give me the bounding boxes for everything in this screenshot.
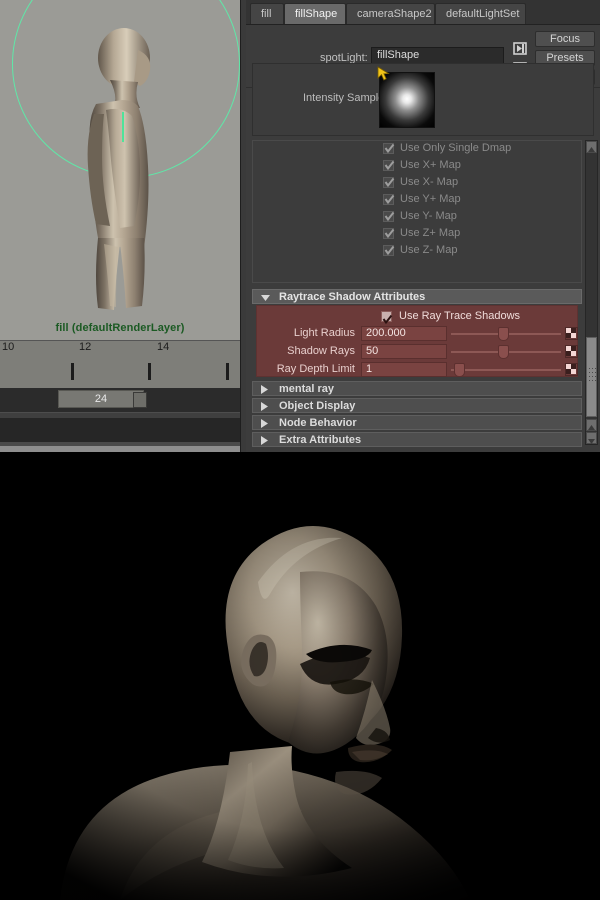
dmap-checkbox [383, 211, 395, 222]
intensity-sample-box: Intensity Sample [252, 63, 594, 136]
dmap-checkbox [383, 245, 395, 256]
dmap-checkbox-row: Use Y- Map [253, 209, 581, 226]
section-mental-ray[interactable]: mental ray [252, 381, 582, 396]
dmap-checkbox-label: Use Y+ Map [400, 193, 461, 205]
tab-fillShape[interactable]: fillShape [284, 3, 346, 24]
dmap-checkbox-label: Use X- Map [400, 176, 459, 188]
dmap-checkbox [383, 160, 395, 171]
attribute-slider-thumb[interactable] [497, 327, 509, 341]
dmap-checkbox-row: Use Y+ Map [253, 192, 581, 209]
attribute-editor: fill fillShape cameraShape2 defaultLight… [246, 0, 600, 452]
tab-bar: fill fillShape cameraShape2 defaultLight… [246, 0, 600, 25]
tab-fill[interactable]: fill [250, 3, 284, 24]
section-node-behavior[interactable]: Node Behavior [252, 415, 582, 430]
dmap-checkbox [383, 143, 395, 154]
dmap-checkbox [383, 194, 395, 205]
timeline[interactable]: 10 12 14 [0, 340, 240, 389]
attribute-value-field[interactable]: 200.000 [361, 326, 447, 341]
render-layer-label: fill (defaultRenderLayer) [55, 322, 185, 334]
current-frame-field[interactable]: 24 [58, 390, 144, 408]
maya-window: fill (defaultRenderLayer) 10 12 14 24 fi… [0, 0, 600, 900]
raytrace-section-title: Raytrace Shadow Attributes [279, 291, 426, 303]
timeline-numbers: 10 12 14 [0, 341, 240, 357]
tab-defaultLightSet[interactable]: defaultLightSet [435, 3, 526, 24]
character-model [87, 28, 151, 310]
section-label: Object Display [279, 400, 356, 412]
node-name-field[interactable]: fillShape [371, 47, 504, 64]
attribute-slider-thumb[interactable] [454, 363, 466, 377]
map-button-icon[interactable] [565, 327, 578, 340]
ui-area: fill (defaultRenderLayer) 10 12 14 24 fi… [0, 0, 600, 452]
collapsed-triangle-icon [261, 419, 268, 428]
use-ray-trace-shadows-label: Use Ray Trace Shadows [399, 310, 521, 322]
use-ray-trace-shadows-checkbox[interactable] [381, 311, 393, 325]
scrollbar-thumb[interactable] [586, 337, 597, 417]
attribute-slider-thumb[interactable] [497, 345, 509, 359]
range-handle[interactable] [133, 392, 147, 408]
scroll-up-icon[interactable] [586, 141, 597, 153]
raytrace-attribute-row: Light Radius 200.000 [257, 326, 578, 343]
collapsed-triangle-icon [261, 402, 268, 411]
collapsed-triangle-icon [261, 436, 268, 445]
expanded-triangle-icon [261, 295, 270, 301]
timeline-tick-label: 14 [157, 341, 170, 353]
viewport-panel[interactable]: fill (defaultRenderLayer) [0, 0, 240, 340]
raytrace-section-header[interactable]: Raytrace Shadow Attributes [252, 289, 582, 304]
dmap-checkbox-label: Use Only Single Dmap [400, 142, 512, 154]
raytrace-attributes-panel: Use Ray Trace Shadows Light Radius 200.00… [256, 305, 578, 377]
dmap-checkbox [383, 177, 395, 188]
attribute-value-field[interactable]: 1 [361, 362, 447, 377]
cursor-arrow-icon [377, 66, 390, 81]
attribute-label: Ray Depth Limit [276, 363, 355, 375]
collapsed-sections: mental ray Object Display Node Behavior … [246, 381, 600, 449]
scroll-down-icon[interactable] [586, 432, 597, 444]
tab-cameraShape2[interactable]: cameraShape2 [346, 3, 435, 24]
dmap-checkbox-row: Use Z- Map [253, 243, 581, 260]
section-label: mental ray [279, 383, 335, 395]
attribute-slider-track[interactable] [451, 369, 561, 371]
section-label: Extra Attributes [279, 434, 362, 446]
use-ray-trace-shadows-row[interactable]: Use Ray Trace Shadows [257, 310, 577, 325]
dmap-checkbox [383, 228, 395, 239]
raytrace-attribute-row: Ray Depth Limit 1 [257, 362, 578, 379]
section-extra-attributes[interactable]: Extra Attributes [252, 432, 582, 447]
timeline-tick-mark [71, 363, 74, 380]
dmap-checkbox-row: Use Only Single Dmap [253, 141, 581, 158]
dmap-checkbox-row: Use X+ Map [253, 158, 581, 175]
raytrace-attribute-row: Shadow Rays 50 [257, 344, 578, 361]
render-view-image [0, 452, 600, 900]
viewport-canvas[interactable] [0, 0, 240, 340]
dmap-checkbox-panel: Use Only Single Dmap Use X+ Map Use X- Map… [252, 140, 582, 283]
timeline-tick-label: 10 [2, 341, 15, 353]
timeline-tick-mark [148, 363, 151, 380]
timeline-tick-mark [226, 363, 229, 380]
dmap-checkbox-label: Use Z- Map [400, 244, 458, 256]
collapsed-triangle-icon [261, 385, 268, 394]
attribute-value-field[interactable]: 50 [361, 344, 447, 359]
scroll-page-up-icon[interactable] [586, 419, 597, 431]
dmap-checkbox-label: Use Z+ Map [400, 227, 461, 239]
light-direction-manipulator-icon[interactable] [122, 112, 124, 142]
rendered-head [0, 452, 600, 900]
section-object-display[interactable]: Object Display [252, 398, 582, 413]
previous-node-icon[interactable] [511, 41, 529, 56]
attribute-label: Light Radius [293, 327, 355, 339]
map-button-icon[interactable] [565, 363, 578, 376]
focus-button[interactable]: Focus [535, 31, 595, 47]
intensity-sample-label: Intensity Sample [303, 92, 385, 104]
map-button-icon[interactable] [565, 345, 578, 358]
section-label: Node Behavior [279, 417, 357, 429]
dmap-checkbox-row: Use Z+ Map [253, 226, 581, 243]
attribute-editor-scrollbar[interactable] [585, 140, 598, 445]
scrollbar-grip-icon [589, 368, 596, 388]
dmap-checkbox-label: Use Y- Map [400, 210, 457, 222]
dmap-checkbox-label: Use X+ Map [400, 159, 461, 171]
dmap-checkbox-row: Use X- Map [253, 175, 581, 192]
attribute-label: Shadow Rays [287, 345, 355, 357]
command-line[interactable] [0, 418, 240, 442]
timeline-tick-label: 12 [79, 341, 92, 353]
